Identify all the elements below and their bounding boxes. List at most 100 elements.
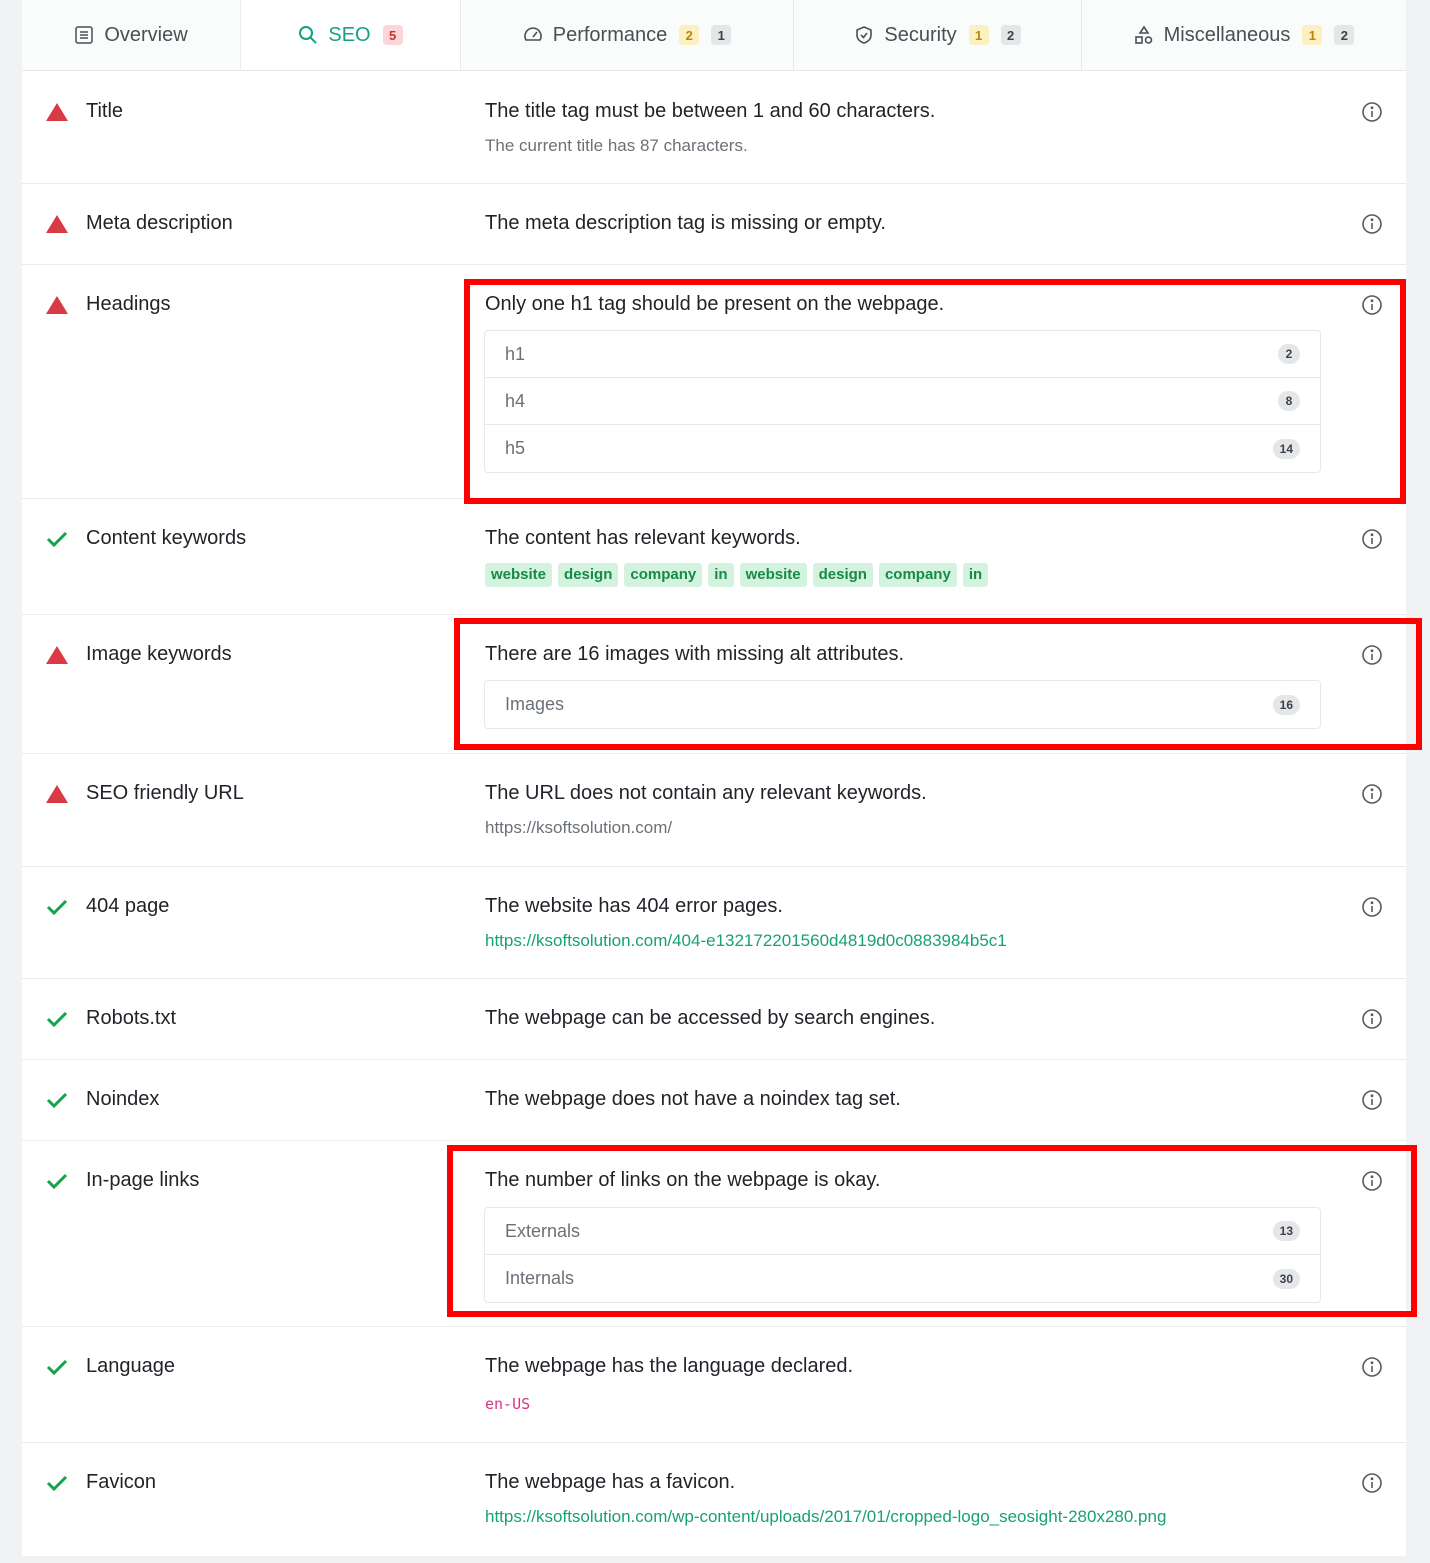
- info-icon[interactable]: [1361, 294, 1383, 316]
- check-row-robots: Robots.txt The webpage can be accessed b…: [22, 979, 1406, 1060]
- shapes-icon: [1134, 25, 1152, 44]
- check-message: The number of links on the webpage is ok…: [485, 1169, 881, 1191]
- tab-label: Overview: [104, 23, 188, 46]
- info-count-badge: 1: [711, 25, 732, 45]
- list-item: h5 14: [485, 425, 1320, 472]
- info-icon[interactable]: [1361, 101, 1383, 123]
- count-badge: 13: [1272, 1221, 1300, 1241]
- keyword-tags: website design company in website design…: [485, 563, 989, 587]
- check-message: The webpage has the language declared.: [485, 1355, 854, 1377]
- error-count-badge: 5: [382, 25, 403, 45]
- keyword-tag: design: [558, 563, 619, 587]
- count-badge: 8: [1278, 391, 1300, 411]
- checkmark-icon: [46, 1359, 68, 1376]
- check-message: There are 16 images with missing alt att…: [485, 643, 905, 665]
- headings-list: h1 2 h4 8 h5 14: [484, 330, 1321, 473]
- check-label: Favicon: [86, 1471, 157, 1493]
- checkmark-icon: [46, 899, 68, 916]
- info-icon[interactable]: [1361, 1089, 1383, 1111]
- check-row-in-page-links: In-page links The number of links on the…: [22, 1141, 1406, 1327]
- check-message: Only one h1 tag should be present on the…: [485, 293, 945, 315]
- check-row-seo-friendly-url: SEO friendly URL The URL does not contai…: [22, 754, 1406, 867]
- check-row-content-keywords: Content keywords The content has relevan…: [22, 499, 1406, 615]
- error-page-link[interactable]: https://ksoftsolution.com/404-e132172201…: [485, 931, 1007, 951]
- tab-security[interactable]: Security 1 2: [794, 0, 1082, 70]
- list-item: Images 16: [485, 681, 1320, 728]
- check-row-noindex: Noindex The webpage does not have a noin…: [22, 1060, 1406, 1141]
- keyword-tag: website: [485, 563, 553, 587]
- check-message: The webpage has a favicon.: [485, 1471, 736, 1493]
- info-count-badge: 2: [1000, 25, 1021, 45]
- keyword-tag: design: [812, 563, 873, 587]
- tab-overview[interactable]: Overview: [22, 0, 241, 70]
- warning-triangle-icon: [46, 103, 68, 121]
- shield-icon: [856, 26, 873, 44]
- check-label: Image keywords: [86, 643, 232, 665]
- info-count-badge: 2: [1334, 25, 1355, 45]
- keyword-tag: in: [708, 563, 734, 587]
- gauge-icon: [523, 27, 542, 41]
- check-row-404-page: 404 page The website has 404 error pages…: [22, 867, 1406, 979]
- check-message: The meta description tag is missing or e…: [485, 212, 886, 234]
- check-label: Content keywords: [86, 527, 247, 549]
- links-list: Externals 13 Internals 30: [484, 1207, 1321, 1303]
- check-label: Noindex: [86, 1088, 160, 1110]
- check-row-meta-description: Meta description The meta description ta…: [22, 184, 1406, 265]
- check-row-language: Language The webpage has the language de…: [22, 1327, 1406, 1443]
- warning-count-badge: 1: [1302, 25, 1323, 45]
- search-icon: [299, 26, 318, 44]
- check-label: In-page links: [86, 1169, 200, 1191]
- list-icon: [75, 26, 94, 44]
- info-icon[interactable]: [1361, 1356, 1383, 1378]
- check-message: The webpage can be accessed by search en…: [485, 1007, 936, 1029]
- check-label: 404 page: [86, 895, 170, 917]
- keyword-tag: in: [962, 563, 989, 587]
- checkmark-icon: [46, 1011, 68, 1028]
- language-code: en-US: [485, 1395, 531, 1413]
- list-item: Externals 13: [485, 1208, 1320, 1255]
- check-label: Robots.txt: [86, 1007, 177, 1029]
- keyword-tag: website: [739, 563, 807, 587]
- count-badge: 2: [1278, 344, 1300, 364]
- check-label: SEO friendly URL: [86, 782, 244, 804]
- check-label: Headings: [86, 293, 171, 315]
- check-message: The website has 404 error pages.: [485, 895, 783, 917]
- page-url: https://ksoftsolution.com/: [485, 818, 673, 837]
- checkmark-icon: [46, 531, 68, 548]
- info-icon[interactable]: [1361, 644, 1383, 666]
- count-badge: 14: [1272, 438, 1300, 459]
- list-item: h1 2: [485, 331, 1320, 378]
- warning-triangle-icon: [46, 296, 68, 314]
- tab-miscellaneous[interactable]: Miscellaneous 1 2: [1082, 0, 1406, 70]
- check-message: The URL does not contain any relevant ke…: [485, 782, 927, 804]
- warning-count-badge: 1: [968, 25, 989, 45]
- info-icon[interactable]: [1361, 213, 1383, 235]
- tab-label: Security: [884, 23, 957, 46]
- tab-seo[interactable]: SEO 5: [241, 0, 461, 70]
- check-label: Language: [86, 1355, 175, 1377]
- info-icon[interactable]: [1361, 1008, 1383, 1030]
- info-icon[interactable]: [1361, 783, 1383, 805]
- info-icon[interactable]: [1361, 1472, 1383, 1494]
- images-list: Images 16: [484, 680, 1321, 729]
- warning-count-badge: 2: [679, 25, 700, 45]
- tab-label: Miscellaneous: [1163, 23, 1291, 46]
- seo-report-card: Overview SEO 5 Performance 2 1 Security …: [22, 0, 1406, 1556]
- tab-label: Performance: [552, 23, 668, 46]
- info-icon[interactable]: [1361, 896, 1383, 918]
- check-message: The webpage does not have a noindex tag …: [485, 1088, 901, 1110]
- info-icon[interactable]: [1361, 1170, 1383, 1192]
- check-row-image-keywords: Image keywords There are 16 images with …: [22, 615, 1406, 754]
- check-label: Title: [86, 100, 124, 122]
- checkmark-icon: [46, 1475, 68, 1492]
- favicon-link[interactable]: https://ksoftsolution.com/wp-content/upl…: [485, 1507, 1166, 1527]
- check-row-favicon: Favicon The webpage has a favicon. https…: [22, 1443, 1406, 1556]
- tab-performance[interactable]: Performance 2 1: [461, 0, 794, 70]
- info-icon[interactable]: [1361, 528, 1383, 550]
- warning-triangle-icon: [46, 646, 68, 664]
- list-item: h4 8: [485, 378, 1320, 425]
- checkmark-icon: [46, 1173, 68, 1190]
- tab-label: SEO: [328, 23, 371, 46]
- checkmark-icon: [46, 1092, 68, 1109]
- warning-triangle-icon: [46, 215, 68, 233]
